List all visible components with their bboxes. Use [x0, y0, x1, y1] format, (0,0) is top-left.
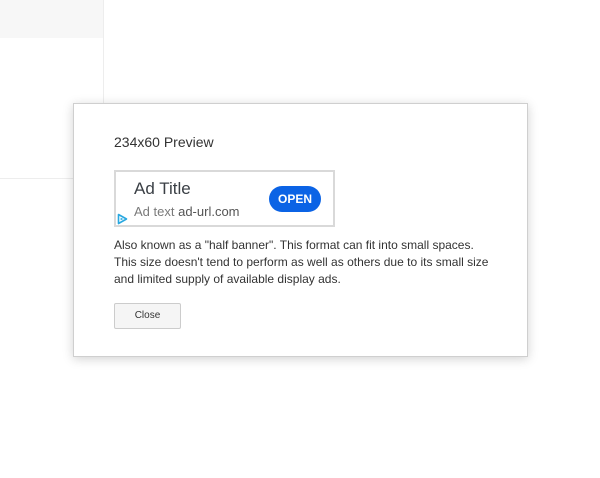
- adchoices-icon[interactable]: [116, 213, 128, 225]
- ad-text-line: Ad text ad-url.com: [134, 204, 240, 219]
- preview-dialog: 234x60 Preview Ad Title Ad text ad-url.c…: [73, 103, 528, 357]
- background-divider-horizontal: [0, 178, 73, 179]
- open-button[interactable]: OPEN: [269, 186, 321, 212]
- ad-preview-banner[interactable]: Ad Title Ad text ad-url.com OPEN: [114, 170, 335, 227]
- background-panel: [0, 0, 103, 38]
- ad-url: ad-url.com: [178, 204, 240, 219]
- dialog-title: 234x60 Preview: [114, 134, 214, 150]
- ad-title: Ad Title: [134, 179, 191, 198]
- close-button[interactable]: Close: [114, 303, 181, 329]
- ad-text: Ad text: [134, 204, 175, 219]
- format-description: Also known as a "half banner". This form…: [114, 238, 489, 286]
